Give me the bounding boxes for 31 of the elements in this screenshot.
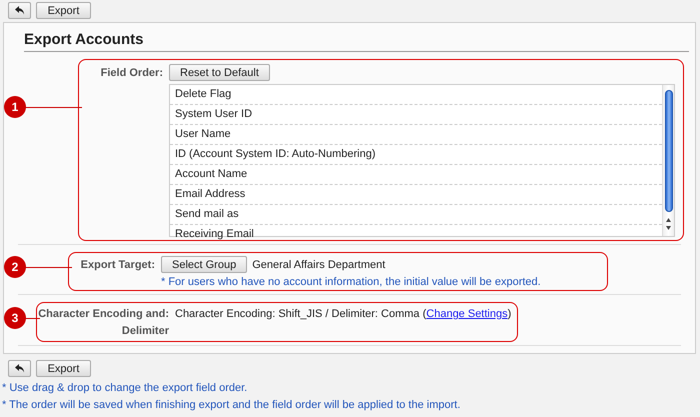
list-item[interactable]: System User ID [170, 105, 662, 125]
export-button[interactable]: Export [36, 360, 91, 377]
select-group-button[interactable]: Select Group [161, 256, 248, 273]
encoding-text: Character Encoding: Shift_JIS / Delimiter: Comma (Change Settings) [175, 308, 512, 322]
group-name: General Affairs Department [252, 258, 386, 270]
note-text: * Use drag & drop to change the export field order. [1, 382, 248, 394]
list-item[interactable]: User Name [170, 125, 662, 145]
back-button[interactable] [8, 360, 31, 377]
list-item[interactable]: Account Name [170, 165, 662, 185]
back-button[interactable] [8, 2, 31, 19]
number-marker: 3 [4, 307, 26, 329]
list-item[interactable]: Delete Flag [170, 85, 662, 105]
list-item[interactable]: Receiving Email [170, 225, 662, 244]
list-item[interactable]: Email Address [170, 185, 662, 205]
field-label: Delimiter [122, 325, 169, 337]
field-label: Export Target: [80, 258, 155, 273]
change-settings-link[interactable]: Change Settings [426, 308, 508, 320]
number-marker: 2 [4, 256, 26, 278]
back-arrow-icon [14, 6, 24, 15]
note-text: * For users who have no account information, the initial value will be exported. [161, 276, 541, 288]
back-arrow-icon [14, 364, 24, 373]
page-title: Export Accounts [24, 29, 689, 52]
export-button[interactable]: Export [36, 2, 91, 19]
note-text: * The order will be saved when finishing export and the field order will be applied to the import. [1, 399, 462, 411]
field-label: Field Order: [100, 66, 163, 81]
number-marker: 1 [4, 96, 26, 118]
list-item[interactable]: Send mail as [170, 205, 662, 225]
reset-button[interactable]: Reset to Default [169, 64, 270, 81]
field-label: Character Encoding and: [38, 308, 169, 320]
scrollbar[interactable] [662, 85, 674, 236]
list-item[interactable]: ID (Account System ID: Auto-Numbering) [170, 145, 662, 165]
